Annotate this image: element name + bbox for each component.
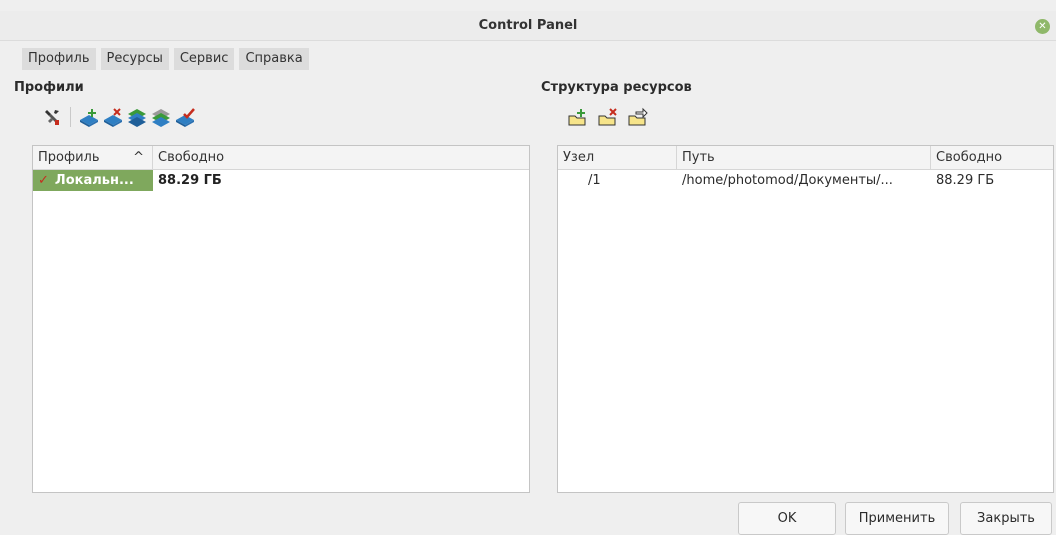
- apply-button[interactable]: Применить: [845, 502, 949, 535]
- resources-table-header: Узел Путь Свободно: [558, 146, 1053, 170]
- profile-name: Локальн...: [54, 173, 134, 188]
- sort-ascending-icon: ^: [133, 150, 144, 165]
- ok-button[interactable]: OK: [738, 502, 836, 535]
- add-profile-icon[interactable]: [77, 105, 101, 129]
- profile-name-cell: ✓ Локальн...: [33, 170, 153, 191]
- control-panel-window: Control Panel ✕ Профиль Ресурсы Сервис С…: [0, 0, 1056, 535]
- delete-folder-icon[interactable]: [596, 105, 620, 129]
- table-row[interactable]: /1 /home/photomod/Документы/... 88.29 ГБ: [558, 170, 1053, 191]
- column-free-label: Свободно: [936, 150, 1003, 165]
- profile-stack-gray-icon[interactable]: [149, 105, 173, 129]
- menu-bar: Профиль Ресурсы Сервис Справка: [22, 48, 309, 72]
- free-cell: 88.29 ГБ: [936, 173, 995, 188]
- menu-help[interactable]: Справка: [239, 48, 309, 70]
- settings-tools-icon[interactable]: [40, 105, 64, 129]
- column-free[interactable]: Свободно: [153, 146, 529, 169]
- menu-profile[interactable]: Профиль: [22, 48, 96, 70]
- node-cell: /1: [588, 173, 601, 188]
- close-button[interactable]: Закрыть: [960, 502, 1052, 535]
- profiles-toolbar: [40, 105, 197, 129]
- menu-service[interactable]: Сервис: [173, 48, 235, 70]
- column-free-label: Свободно: [158, 150, 225, 165]
- column-path[interactable]: Путь: [677, 146, 931, 169]
- menu-resources[interactable]: Ресурсы: [100, 48, 169, 70]
- column-path-label: Путь: [682, 150, 715, 165]
- column-profile[interactable]: Профиль ^: [33, 146, 153, 169]
- add-folder-icon[interactable]: [566, 105, 590, 129]
- close-window-icon[interactable]: ✕: [1035, 19, 1050, 34]
- column-node[interactable]: Узел: [558, 146, 677, 169]
- profiles-table: Профиль ^ Свободно ✓ Локальн... 88.29 ГБ: [32, 145, 530, 493]
- activate-profile-icon[interactable]: [173, 105, 197, 129]
- column-node-label: Узел: [563, 150, 595, 165]
- delete-profile-icon[interactable]: [101, 105, 125, 129]
- column-profile-label: Профиль: [38, 150, 100, 165]
- profiles-section-title: Профили: [14, 80, 84, 95]
- profile-stack-green-icon[interactable]: [125, 105, 149, 129]
- resources-table: Узел Путь Свободно /1 /home/photomod/Док…: [557, 145, 1054, 493]
- title-bar: Control Panel ✕: [0, 11, 1056, 41]
- profile-free-cell: 88.29 ГБ: [158, 173, 222, 188]
- column-free[interactable]: Свободно: [931, 146, 1053, 169]
- active-check-icon: ✓: [38, 173, 49, 188]
- profiles-table-header: Профиль ^ Свободно: [33, 146, 529, 170]
- toolbar-separator: [70, 107, 71, 127]
- edit-folder-icon[interactable]: [626, 105, 650, 129]
- window-title: Control Panel: [478, 18, 578, 33]
- path-cell: /home/photomod/Документы/...: [682, 173, 893, 188]
- table-row[interactable]: ✓ Локальн... 88.29 ГБ: [33, 170, 529, 191]
- resources-toolbar: [566, 105, 650, 129]
- resources-section-title: Структура ресурсов: [541, 80, 692, 95]
